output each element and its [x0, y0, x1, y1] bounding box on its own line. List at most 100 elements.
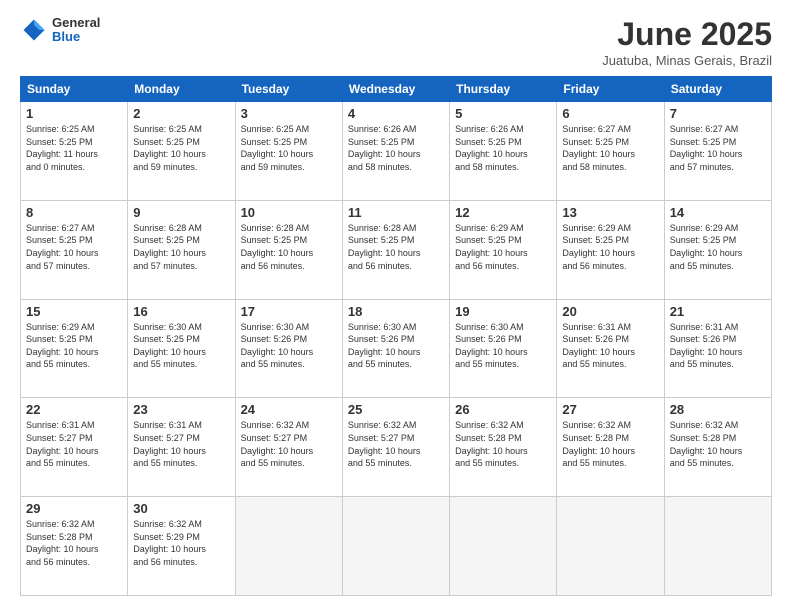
day-number: 22: [26, 402, 122, 417]
calendar-table: Sunday Monday Tuesday Wednesday Thursday…: [20, 76, 772, 596]
cell-text-line: Daylight: 10 hours: [133, 247, 229, 260]
cell-text-line: Sunrise: 6:25 AM: [241, 123, 337, 136]
cell-text-line: Sunset: 5:25 PM: [241, 234, 337, 247]
calendar-cell: 29Sunrise: 6:32 AMSunset: 5:28 PMDayligh…: [21, 497, 128, 596]
day-number: 15: [26, 304, 122, 319]
cell-text-line: Sunset: 5:25 PM: [455, 234, 551, 247]
calendar-cell: 7 Sunrise: 6:27 AMSunset: 5:25 PMDaylight…: [664, 102, 771, 201]
calendar-cell: [450, 497, 557, 596]
calendar-week-row: 29Sunrise: 6:32 AMSunset: 5:28 PMDayligh…: [21, 497, 772, 596]
cell-text-line: Sunrise: 6:31 AM: [670, 321, 766, 334]
cell-text-line: and 55 minutes.: [562, 358, 658, 371]
cell-text-line: Sunrise: 6:27 AM: [670, 123, 766, 136]
cell-text-line: Sunrise: 6:25 AM: [26, 123, 122, 136]
cell-text-line: Sunrise: 6:27 AM: [562, 123, 658, 136]
calendar-cell: 4Sunrise: 6:26 AMSunset: 5:25 PMDaylight…: [342, 102, 449, 201]
cell-text-line: Daylight: 10 hours: [455, 445, 551, 458]
cell-text-line: Sunset: 5:28 PM: [562, 432, 658, 445]
cell-text-line: Sunset: 5:27 PM: [241, 432, 337, 445]
cell-text-line: and 0 minutes.: [26, 161, 122, 174]
calendar-header-row: Sunday Monday Tuesday Wednesday Thursday…: [21, 77, 772, 102]
cell-text-line: Daylight: 10 hours: [133, 346, 229, 359]
logo-general-text: General: [52, 16, 100, 30]
day-number: 25: [348, 402, 444, 417]
calendar-body: 1Sunrise: 6:25 AMSunset: 5:25 PMDaylight…: [21, 102, 772, 596]
cell-text-line: Sunrise: 6:29 AM: [562, 222, 658, 235]
calendar-cell: 24Sunrise: 6:32 AMSunset: 5:27 PMDayligh…: [235, 398, 342, 497]
cell-text-line: Sunrise: 6:26 AM: [348, 123, 444, 136]
title-block: June 2025 Juatuba, Minas Gerais, Brazil: [602, 16, 772, 68]
logo-icon: [20, 16, 48, 44]
cell-text-line: Sunrise: 6:32 AM: [241, 419, 337, 432]
day-number: 9: [133, 205, 229, 220]
cell-text-line: and 56 minutes.: [241, 260, 337, 273]
col-thursday: Thursday: [450, 77, 557, 102]
cell-text-line: and 55 minutes.: [241, 457, 337, 470]
cell-text-line: and 58 minutes.: [348, 161, 444, 174]
calendar-cell: [342, 497, 449, 596]
cell-text-line: Sunrise: 6:32 AM: [670, 419, 766, 432]
cell-text-line: Sunset: 5:26 PM: [348, 333, 444, 346]
day-number: 14: [670, 205, 766, 220]
day-number: 21: [670, 304, 766, 319]
day-number: 30: [133, 501, 229, 516]
day-number: 4: [348, 106, 444, 121]
cell-text-line: and 57 minutes.: [670, 161, 766, 174]
cell-text-line: Sunset: 5:26 PM: [562, 333, 658, 346]
cell-text-line: and 58 minutes.: [562, 161, 658, 174]
cell-text-line: Daylight: 10 hours: [348, 346, 444, 359]
cell-text-line: Sunrise: 6:32 AM: [562, 419, 658, 432]
cell-text-line: Daylight: 10 hours: [455, 346, 551, 359]
cell-text-line: Daylight: 10 hours: [670, 148, 766, 161]
calendar-cell: 23Sunrise: 6:31 AMSunset: 5:27 PMDayligh…: [128, 398, 235, 497]
calendar-cell: [235, 497, 342, 596]
logo-blue-text: Blue: [52, 30, 100, 44]
day-number: 16: [133, 304, 229, 319]
cell-text-line: Sunrise: 6:32 AM: [26, 518, 122, 531]
calendar-cell: 26Sunrise: 6:32 AMSunset: 5:28 PMDayligh…: [450, 398, 557, 497]
cell-text-line: Sunset: 5:25 PM: [133, 333, 229, 346]
cell-text-line: Daylight: 10 hours: [562, 346, 658, 359]
cell-text-line: and 56 minutes.: [133, 556, 229, 569]
cell-text-line: Daylight: 10 hours: [26, 543, 122, 556]
cell-text-line: Daylight: 10 hours: [455, 247, 551, 260]
cell-text-line: Daylight: 10 hours: [562, 247, 658, 260]
cell-text-line: Daylight: 10 hours: [562, 445, 658, 458]
day-number: 23: [133, 402, 229, 417]
cell-text-line: Sunset: 5:25 PM: [241, 136, 337, 149]
cell-text-line: Sunset: 5:28 PM: [455, 432, 551, 445]
day-number: 3: [241, 106, 337, 121]
calendar-cell: 6Sunrise: 6:27 AMSunset: 5:25 PMDaylight…: [557, 102, 664, 201]
cell-text-line: Sunrise: 6:32 AM: [348, 419, 444, 432]
cell-text-line: Sunrise: 6:26 AM: [455, 123, 551, 136]
calendar-cell: 14Sunrise: 6:29 AMSunset: 5:25 PMDayligh…: [664, 200, 771, 299]
cell-text-line: Sunrise: 6:27 AM: [26, 222, 122, 235]
day-number: 7: [670, 106, 766, 121]
day-number: 29: [26, 501, 122, 516]
day-number: 8: [26, 205, 122, 220]
cell-text-line: and 55 minutes.: [455, 358, 551, 371]
cell-text-line: Sunset: 5:26 PM: [455, 333, 551, 346]
cell-text-line: Sunrise: 6:32 AM: [133, 518, 229, 531]
cell-text-line: Daylight: 10 hours: [241, 247, 337, 260]
calendar-cell: 13Sunrise: 6:29 AMSunset: 5:25 PMDayligh…: [557, 200, 664, 299]
cell-text-line: and 59 minutes.: [133, 161, 229, 174]
location: Juatuba, Minas Gerais, Brazil: [602, 53, 772, 68]
calendar-cell: 19Sunrise: 6:30 AMSunset: 5:26 PMDayligh…: [450, 299, 557, 398]
month-title: June 2025: [602, 16, 772, 53]
cell-text-line: Sunset: 5:25 PM: [133, 234, 229, 247]
cell-text-line: and 56 minutes.: [455, 260, 551, 273]
calendar-cell: 3Sunrise: 6:25 AMSunset: 5:25 PMDaylight…: [235, 102, 342, 201]
cell-text-line: and 56 minutes.: [348, 260, 444, 273]
cell-text-line: Daylight: 10 hours: [348, 247, 444, 260]
cell-text-line: Daylight: 10 hours: [26, 247, 122, 260]
cell-text-line: Sunset: 5:25 PM: [670, 136, 766, 149]
calendar-cell: 8Sunrise: 6:27 AMSunset: 5:25 PMDaylight…: [21, 200, 128, 299]
cell-text-line: and 55 minutes.: [133, 457, 229, 470]
cell-text-line: Daylight: 10 hours: [670, 445, 766, 458]
cell-text-line: and 55 minutes.: [670, 358, 766, 371]
header: General Blue June 2025 Juatuba, Minas Ge…: [20, 16, 772, 68]
cell-text-line: Sunset: 5:25 PM: [26, 136, 122, 149]
cell-text-line: Daylight: 10 hours: [455, 148, 551, 161]
cell-text-line: Daylight: 10 hours: [241, 346, 337, 359]
